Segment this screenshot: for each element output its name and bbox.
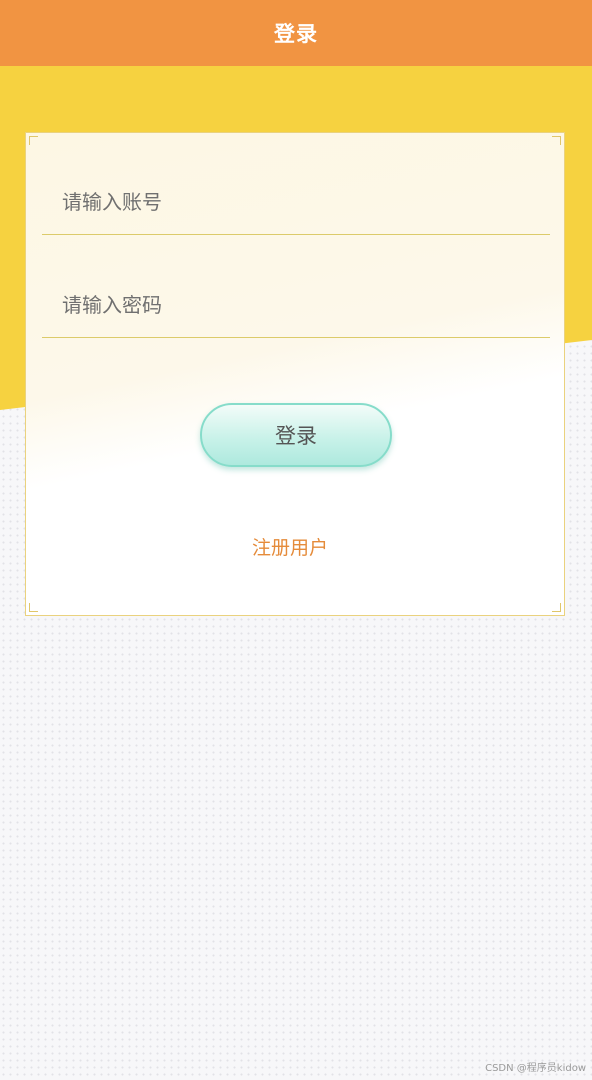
card-corner-top-right xyxy=(552,136,561,145)
card-corner-top-left xyxy=(29,136,38,145)
page-title: 登录 xyxy=(274,22,318,46)
register-link[interactable]: 注册用户 xyxy=(26,533,554,560)
account-input[interactable] xyxy=(42,169,550,235)
watermark-text: CSDN @程序员kidow xyxy=(485,1063,586,1074)
login-button[interactable]: 登录 xyxy=(200,403,392,467)
card-corner-bottom-left xyxy=(29,603,38,612)
password-input[interactable] xyxy=(42,272,550,338)
app-header: 登录 xyxy=(0,0,592,66)
card-corner-bottom-right xyxy=(552,603,561,612)
login-card: 登录 注册用户 xyxy=(25,132,565,616)
